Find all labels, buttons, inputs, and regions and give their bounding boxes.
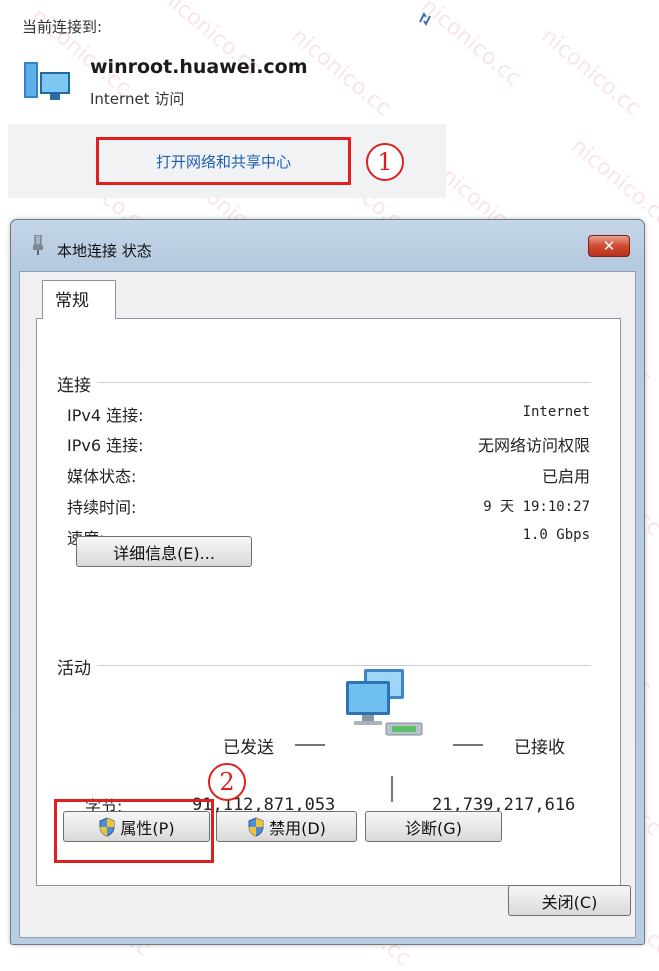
sent-connector bbox=[295, 744, 325, 746]
ipv6-label: IPv6 连接: bbox=[67, 436, 144, 455]
connection-group-line bbox=[65, 382, 591, 383]
tab-general[interactable]: 常规 bbox=[42, 280, 116, 319]
network-popup: 当前连接到: winroot.huawei.com Internet 访问 打开… bbox=[0, 0, 659, 205]
details-button[interactable]: 详细信息(E)... bbox=[76, 536, 252, 567]
general-tab-page: 连接 IPv4 连接: Internet IPv6 连接: 无网络访问权限 媒体… bbox=[36, 318, 621, 886]
dialog-client-area: 常规 连接 IPv4 连接: Internet IPv6 连接: 无网络访问权限… bbox=[19, 271, 636, 938]
network-name: winroot.huawei.com bbox=[90, 56, 308, 78]
local-connection-status-dialog: 本地连接 状态 ✕ 常规 连接 IPv4 连接: Internet IPv6 连… bbox=[10, 219, 645, 945]
duration-label: 持续时间: bbox=[67, 498, 137, 517]
refresh-icon[interactable] bbox=[414, 8, 436, 30]
network-computer-icon bbox=[24, 62, 70, 100]
connection-section-label: 连接 bbox=[57, 371, 97, 396]
received-connector bbox=[453, 744, 483, 746]
activity-section-label: 活动 bbox=[57, 654, 97, 679]
media-state-value: 已启用 bbox=[541, 467, 590, 486]
sent-label: 已发送 bbox=[223, 738, 274, 758]
close-window-button[interactable]: ✕ bbox=[588, 235, 630, 257]
media-state-label: 媒体状态: bbox=[67, 467, 137, 486]
speed-value: 1.0 Gbps bbox=[522, 527, 590, 543]
ipv4-label: IPv4 连接: bbox=[67, 406, 144, 425]
properties-button[interactable]: 属性(P) bbox=[63, 811, 210, 842]
network-plug-icon bbox=[33, 235, 43, 255]
properties-button-label: 属性(P) bbox=[120, 818, 175, 838]
diagnose-button[interactable]: 诊断(G) bbox=[365, 811, 502, 842]
activity-separator bbox=[391, 776, 393, 802]
shield-icon bbox=[99, 816, 115, 837]
received-label: 已接收 bbox=[514, 738, 565, 758]
connected-to-heading: 当前连接到: bbox=[22, 18, 103, 36]
open-network-sharing-center-link[interactable]: 打开网络和共享中心 bbox=[96, 137, 351, 185]
ipv4-value: Internet bbox=[522, 404, 590, 420]
shield-icon bbox=[248, 816, 264, 837]
close-button[interactable]: 关闭(C) bbox=[508, 885, 631, 916]
annotation-badge-2: 2 bbox=[208, 763, 246, 801]
duration-value: 9 天 19:10:27 bbox=[483, 499, 590, 515]
dialog-title: 本地连接 状态 bbox=[57, 242, 152, 260]
close-icon: ✕ bbox=[602, 237, 616, 255]
annotation-badge-1: 1 bbox=[366, 143, 404, 181]
network-access-status: Internet 访问 bbox=[90, 90, 185, 108]
activity-group-line bbox=[65, 665, 591, 666]
disable-button[interactable]: 禁用(D) bbox=[216, 811, 357, 842]
ipv6-value: 无网络访问权限 bbox=[477, 436, 590, 455]
computers-network-icon bbox=[346, 669, 423, 736]
disable-button-label: 禁用(D) bbox=[269, 818, 326, 838]
